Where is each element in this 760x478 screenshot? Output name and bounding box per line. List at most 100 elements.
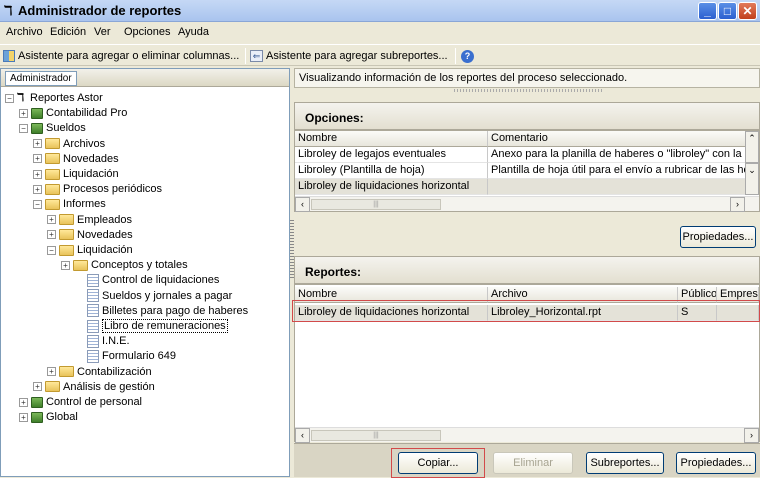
tree-node-label: Novedades: [77, 228, 133, 241]
tree-node[interactable]: + Contabilidad Pro: [19, 106, 127, 120]
tree-node[interactable]: + Control de personal: [19, 395, 142, 409]
tree-node[interactable]: I.N.E.: [75, 334, 130, 348]
expand-icon[interactable]: +: [47, 215, 56, 225]
folder-icon: [45, 198, 60, 210]
tree-node-label: Contabilización: [77, 365, 152, 378]
expand-icon[interactable]: +: [33, 139, 42, 149]
expand-icon[interactable]: +: [61, 260, 70, 270]
tree-node[interactable]: − ℸ Reportes Astor: [5, 91, 103, 105]
scroll-left-button[interactable]: ‹: [295, 428, 310, 443]
options-cell-comentario: Anexo para la planilla de haberes o "lib…: [488, 147, 747, 163]
subreports-button[interactable]: Subreportes...: [586, 452, 664, 474]
tree-node[interactable]: − Liquidación: [47, 243, 133, 257]
expand-icon[interactable]: +: [19, 412, 28, 422]
report-icon: [87, 304, 99, 318]
options-cell-nombre: Libroley de legajos eventuales: [295, 147, 488, 163]
expand-icon[interactable]: +: [33, 169, 42, 179]
tree-node[interactable]: + Contabilización: [47, 365, 152, 379]
collapse-icon[interactable]: −: [5, 93, 14, 103]
tree-node[interactable]: − Informes: [33, 197, 106, 211]
menu-edicion[interactable]: Edición: [50, 26, 86, 38]
expand-icon[interactable]: +: [33, 154, 42, 164]
expand-icon[interactable]: +: [33, 184, 42, 194]
expand-icon[interactable]: +: [19, 397, 28, 407]
table-row[interactable]: Libroley de legajos eventuales Anexo par…: [295, 147, 759, 163]
copy-button[interactable]: Copiar...: [398, 452, 478, 474]
toolbar-separator: [455, 48, 456, 64]
scroll-left-button[interactable]: ‹: [295, 197, 310, 212]
tree-node[interactable]: Formulario 649: [75, 349, 176, 363]
delete-button[interactable]: Eliminar: [493, 452, 573, 474]
tree-node[interactable]: + Procesos periódicos: [33, 182, 162, 196]
tree-node-label: Formulario 649: [102, 350, 176, 363]
tree-node[interactable]: + Archivos: [33, 137, 105, 151]
collapse-icon[interactable]: −: [19, 123, 28, 133]
options-title: Opciones:: [305, 111, 364, 125]
info-bar: Visualizando información de los reportes…: [294, 68, 760, 88]
tree-node[interactable]: + Global: [19, 410, 78, 424]
tree-node[interactable]: + Novedades: [47, 228, 133, 242]
maximize-button[interactable]: □: [718, 2, 737, 20]
add-columns-button[interactable]: Asistente para agregar o eliminar column…: [3, 48, 239, 64]
expand-icon[interactable]: +: [47, 230, 56, 240]
help-button[interactable]: ?: [461, 48, 474, 64]
tree-node[interactable]: − Sueldos: [19, 121, 86, 135]
expand-icon[interactable]: +: [47, 367, 56, 377]
add-subreports-label: Asistente para agregar subreportes...: [266, 50, 448, 62]
options-vscroll-down[interactable]: ⌄: [745, 163, 759, 195]
collapse-icon[interactable]: −: [47, 245, 56, 255]
folder-icon: [73, 259, 88, 271]
options-grid: Nombre Comentario Libroley de legajos ev…: [294, 130, 760, 212]
options-col-comentario[interactable]: Comentario: [488, 131, 747, 147]
options-hscroll[interactable]: ‹ ||| ›: [295, 196, 759, 212]
tree-node-label: Novedades: [63, 152, 119, 165]
tree-node-label: Sueldos y jornales a pagar: [102, 289, 233, 302]
tree-node[interactable]: + Empleados: [47, 213, 132, 227]
close-button[interactable]: ✕: [738, 2, 757, 20]
tree-node-label: Conceptos y totales: [91, 259, 188, 272]
menu-archivo[interactable]: Archivo: [6, 26, 43, 38]
tree-node-label: Empleados: [77, 213, 133, 226]
minimize-button[interactable]: _: [698, 2, 717, 20]
tree-node[interactable]: + Conceptos y totales: [61, 258, 188, 272]
folder-icon: [59, 214, 74, 226]
window-title: Administrador de reportes: [18, 3, 182, 18]
scroll-right-button[interactable]: ›: [730, 197, 745, 212]
reports-title: Reportes:: [305, 265, 362, 279]
tab-administrador[interactable]: Administrador: [5, 71, 77, 86]
tree-node[interactable]: + Liquidación: [33, 167, 119, 181]
options-vscroll[interactable]: ⌃: [745, 131, 759, 163]
left-pane-header: Administrador: [1, 69, 289, 87]
menu-opciones[interactable]: Opciones: [124, 26, 170, 38]
tree-node-label: Libro de remuneraciones: [102, 319, 228, 333]
tree-node[interactable]: Billetes para pago de haberes: [75, 304, 248, 318]
tree-node-label: Control de personal: [46, 396, 143, 408]
tree-node[interactable]: Libro de remuneraciones: [75, 319, 228, 333]
collapse-icon[interactable]: −: [33, 199, 42, 209]
info-text: Visualizando información de los reportes…: [299, 72, 628, 84]
tree-node[interactable]: + Novedades: [33, 152, 119, 166]
scroll-thumb[interactable]: |||: [311, 199, 441, 210]
table-row[interactable]: Libroley (Plantilla de hoja) Plantilla d…: [295, 163, 759, 179]
details-pane: Visualizando información de los reportes…: [292, 68, 760, 478]
menu-ayuda[interactable]: Ayuda: [178, 26, 209, 38]
tree-node-label: Reportes Astor: [30, 92, 103, 104]
expand-icon[interactable]: +: [33, 382, 42, 392]
splitter-grip-horizontal[interactable]: [454, 89, 604, 92]
tree-node[interactable]: Control de liquidaciones: [75, 273, 219, 287]
report-icon: [87, 349, 99, 363]
options-properties-button[interactable]: Propiedades...: [680, 226, 756, 248]
tree-node[interactable]: + Análisis de gestión: [33, 380, 155, 394]
table-row[interactable]: Libroley de liquidaciones horizontal: [295, 179, 759, 195]
properties-button[interactable]: Propiedades...: [676, 452, 756, 474]
options-col-nombre[interactable]: Nombre: [295, 131, 488, 147]
scroll-thumb[interactable]: |||: [311, 430, 441, 441]
scroll-right-button[interactable]: ›: [744, 428, 759, 443]
folder-icon: [45, 153, 60, 165]
add-subreports-button[interactable]: ⇐ Asistente para agregar subreportes...: [250, 48, 448, 64]
menu-ver[interactable]: Ver: [94, 26, 111, 38]
reports-hscroll[interactable]: ‹ ||| ›: [295, 427, 759, 443]
tree-node-label: Billetes para pago de haberes: [102, 304, 249, 317]
tree-node[interactable]: Sueldos y jornales a pagar: [75, 289, 232, 303]
expand-icon[interactable]: +: [19, 108, 28, 118]
